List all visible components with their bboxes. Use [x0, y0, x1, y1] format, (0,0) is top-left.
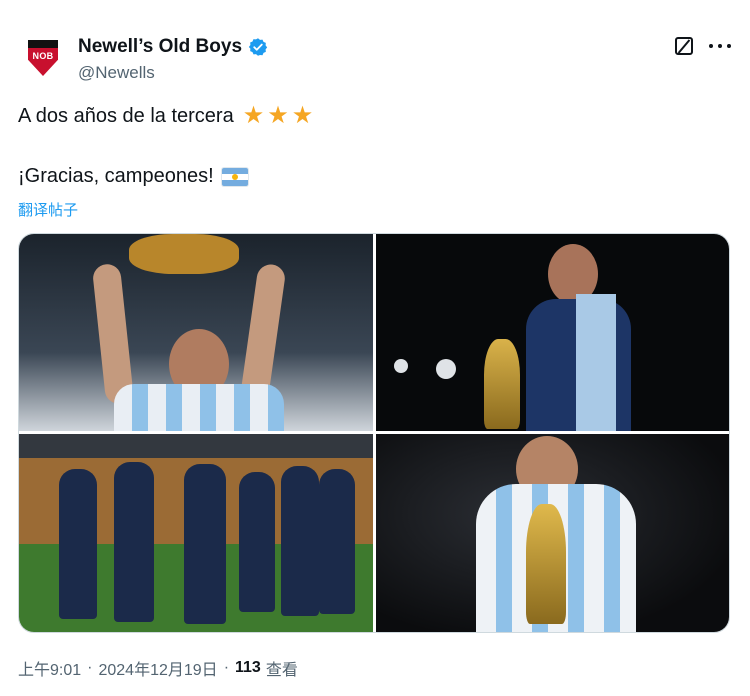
media-grid — [18, 233, 730, 633]
avatar[interactable]: NOB — [22, 37, 64, 79]
more-dot — [718, 44, 722, 48]
light-shape — [436, 359, 456, 379]
display-name[interactable]: Newell’s Old Boys — [78, 36, 242, 58]
person-shape — [184, 464, 226, 624]
verified-badge-icon — [248, 38, 268, 56]
trophy-shape — [526, 504, 566, 624]
post-time[interactable]: 上午9:01 — [18, 656, 81, 680]
star-icon: ★ — [242, 102, 265, 129]
photo-team-staff[interactable] — [19, 434, 373, 632]
views-count: 113 — [235, 659, 261, 676]
logo-text: NOB — [32, 51, 54, 61]
tweet-text-line2: ¡Gracias, campeones! — [18, 165, 248, 188]
user-handle[interactable]: @Newells — [78, 63, 155, 83]
separator: · — [87, 659, 93, 676]
photo-player-kissing-trophy[interactable] — [376, 434, 729, 632]
separator: · — [223, 659, 230, 676]
person-shape — [59, 469, 97, 619]
tweet-text: ¡Gracias, campeones! — [18, 165, 214, 187]
person-shape — [319, 469, 355, 614]
trophy-shape — [129, 234, 239, 274]
scarf-shape — [576, 294, 616, 431]
more-icon[interactable] — [709, 37, 731, 55]
person-shape — [114, 462, 154, 622]
stars: ★ ★ ★ — [240, 104, 314, 128]
photo-coach-with-trophy[interactable] — [376, 234, 729, 431]
tweet-text: A dos años de la tercera — [18, 104, 234, 127]
person-shape — [239, 472, 275, 612]
grok-icon[interactable] — [675, 37, 693, 55]
argentina-flag-icon — [221, 167, 248, 186]
name-line: Newell’s Old Boys — [78, 36, 268, 58]
star-icon: ★ — [291, 102, 314, 129]
post-date[interactable]: 2024年12月19日 — [98, 656, 217, 680]
more-dot — [727, 44, 731, 48]
translate-post-link[interactable]: 翻译帖子 — [18, 199, 78, 220]
trophy-shape — [484, 339, 520, 429]
star-icon: ★ — [267, 102, 289, 129]
jersey-shape — [114, 384, 284, 431]
person-shape — [281, 466, 319, 616]
club-logo: NOB — [28, 40, 58, 76]
photo-player-lifting-trophy[interactable] — [19, 234, 373, 431]
light-shape — [394, 359, 408, 373]
tweet-text-line1: A dos años de la tercera ★ ★ ★ — [18, 104, 313, 128]
more-dot — [709, 44, 713, 48]
views-label: 查看 — [265, 662, 298, 679]
tweet-header: NOB Newell’s Old Boys @Newells — [0, 0, 750, 100]
tweet-meta: 上午9:01 · 2024年12月19日 · 113 查看 — [18, 656, 298, 680]
